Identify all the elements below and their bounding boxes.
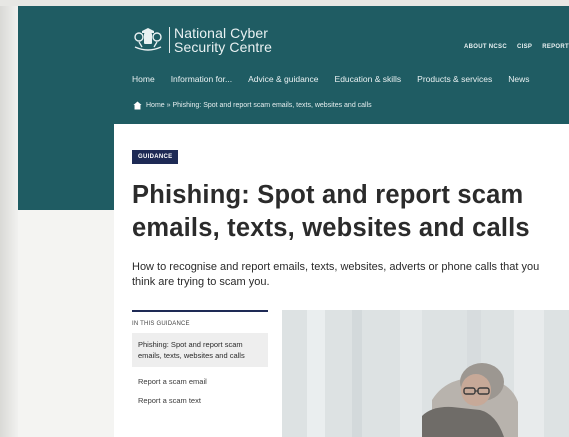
logo-divider <box>169 27 170 53</box>
logo-line-1: National Cyber <box>174 25 268 41</box>
breadcrumb-text[interactable]: Home » Phishing: Spot and report scam em… <box>146 102 372 109</box>
main-nav: Home Information for... Advice & guidanc… <box>132 74 530 84</box>
nav-item-home[interactable]: Home <box>132 74 155 84</box>
utility-link-report[interactable]: REPORT <box>542 44 569 50</box>
toc-link-report-scam-text[interactable]: Report a scam text <box>132 396 268 405</box>
utility-link-about[interactable]: ABOUT NCSC <box>464 44 507 50</box>
utility-link-cisp[interactable]: CISP <box>517 44 532 50</box>
home-icon[interactable] <box>133 101 142 110</box>
logo-text: National Cyber Security Centre <box>174 26 272 54</box>
nav-item-information-for[interactable]: Information for... <box>171 74 232 84</box>
breadcrumb: Home » Phishing: Spot and report scam em… <box>133 101 372 110</box>
royal-crest-icon <box>134 28 162 51</box>
toc-link-report-scam-email[interactable]: Report a scam email <box>132 377 268 386</box>
site-logo[interactable]: National Cyber Security Centre <box>133 26 272 54</box>
nav-item-education-skills[interactable]: Education & skills <box>335 74 402 84</box>
logo-line-2: Security Centre <box>174 39 272 55</box>
toc-rule <box>132 310 268 312</box>
hero-photo <box>282 310 569 437</box>
utility-nav: ABOUT NCSC CISP REPORT <box>464 44 569 50</box>
page-summary: How to recognise and report emails, text… <box>132 261 540 288</box>
screen-edge <box>0 0 18 437</box>
nav-item-products-services[interactable]: Products & services <box>417 74 492 84</box>
toc-current-item[interactable]: Phishing: Spot and report scam emails, t… <box>132 333 268 367</box>
content-card: GUIDANCE Phishing: Spot and report scam … <box>114 124 569 437</box>
guidance-badge: GUIDANCE <box>132 150 179 164</box>
nav-item-news[interactable]: News <box>508 74 529 84</box>
page-title: Phishing: Spot and report scam emails, t… <box>132 181 530 242</box>
nav-item-advice-guidance[interactable]: Advice & guidance <box>248 74 318 84</box>
in-page-navigation: IN THIS GUIDANCE Phishing: Spot and repo… <box>132 310 268 405</box>
toc-heading: IN THIS GUIDANCE <box>132 321 190 327</box>
hero-photo-illustration <box>282 310 569 437</box>
